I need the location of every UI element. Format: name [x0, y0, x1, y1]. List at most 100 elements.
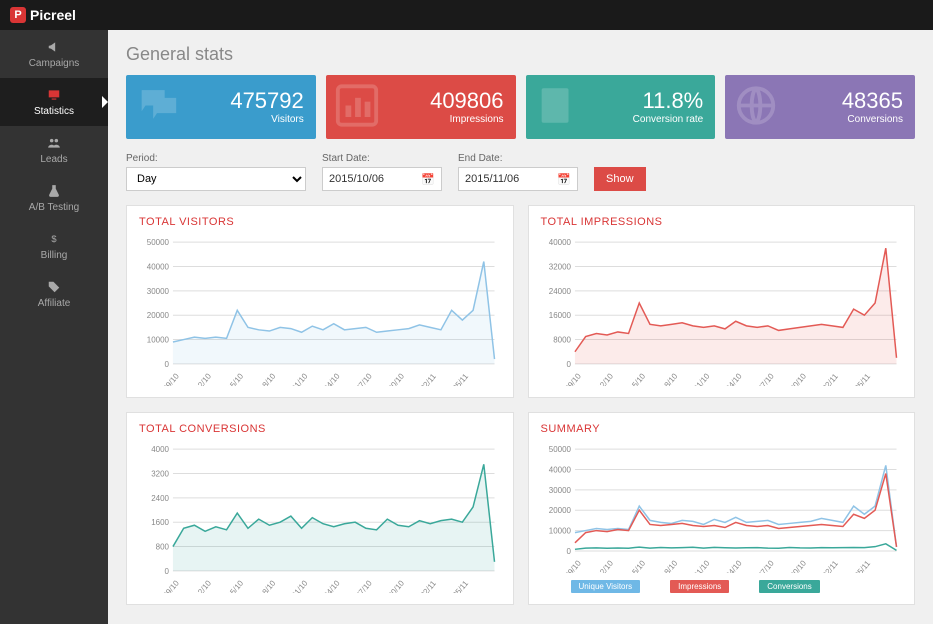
svg-text:02/11: 02/11	[419, 372, 439, 386]
svg-text:27/10: 27/10	[354, 578, 374, 593]
sidebar-item-label: A/B Testing	[29, 202, 79, 213]
card-visitors[interactable]: 475792 Visitors	[126, 75, 316, 139]
calendar-icon: 📅	[557, 173, 571, 186]
monitor-icon	[47, 88, 61, 102]
svg-text:0: 0	[566, 360, 571, 369]
card-label: Visitors	[271, 114, 304, 125]
svg-text:30000: 30000	[548, 486, 571, 495]
svg-text:09/10: 09/10	[161, 371, 181, 386]
chat-icon	[134, 83, 180, 132]
svg-text:2400: 2400	[151, 494, 169, 503]
svg-text:3200: 3200	[151, 469, 169, 478]
svg-text:24/10: 24/10	[723, 371, 743, 386]
svg-text:05/11: 05/11	[451, 372, 471, 386]
svg-text:09/10: 09/10	[563, 371, 583, 386]
sidebar-item-label: Billing	[41, 250, 68, 261]
start-date-input[interactable]: 2015/10/06 📅	[322, 167, 442, 191]
svg-text:4000: 4000	[151, 445, 169, 454]
card-impressions[interactable]: 409806 Impressions	[326, 75, 516, 139]
svg-text:05/11: 05/11	[852, 559, 872, 573]
svg-text:20000: 20000	[147, 311, 170, 320]
svg-text:15/10: 15/10	[627, 371, 647, 386]
sidebar-item-label: Leads	[40, 154, 67, 165]
svg-text:15/10: 15/10	[225, 578, 245, 593]
flask-icon	[47, 184, 61, 198]
sidebar-item-label: Campaigns	[29, 58, 80, 69]
panel-title: TOTAL CONVERSIONS	[139, 423, 501, 435]
legend-visitors: Unique Visitors	[571, 580, 641, 593]
chart-summary: 0100002000030000400005000009/1012/1015/1…	[541, 443, 903, 573]
svg-text:21/10: 21/10	[691, 371, 711, 386]
svg-text:24/10: 24/10	[322, 371, 342, 386]
panel-impressions: TOTAL IMPRESSIONS 0800016000240003200040…	[528, 205, 916, 398]
end-date-input[interactable]: 2015/11/06 📅	[458, 167, 578, 191]
card-value: 409806	[430, 90, 503, 112]
svg-text:09/10: 09/10	[161, 578, 181, 593]
page-title: General stats	[126, 44, 915, 65]
card-label: Conversion rate	[633, 114, 704, 125]
svg-text:12/10: 12/10	[595, 558, 615, 573]
card-label: Impressions	[450, 114, 504, 125]
card-value: 11.8%	[643, 90, 704, 112]
period-select[interactable]: Day	[126, 167, 306, 191]
svg-text:18/10: 18/10	[659, 558, 679, 573]
filter-bar: Period: Day Start Date: 2015/10/06 📅 End…	[126, 153, 915, 191]
svg-text:24/10: 24/10	[723, 558, 743, 573]
svg-text:24000: 24000	[548, 287, 571, 296]
svg-text:30/10: 30/10	[386, 578, 406, 593]
sidebar-item-affiliate[interactable]: Affiliate	[0, 270, 108, 318]
topbar: P Picreel	[0, 0, 933, 30]
svg-text:20000: 20000	[548, 506, 571, 515]
svg-text:40000: 40000	[548, 465, 571, 474]
bar-chart-icon	[334, 83, 380, 132]
svg-text:21/10: 21/10	[290, 578, 310, 593]
svg-text:02/11: 02/11	[419, 579, 439, 593]
chart-impressions: 080001600024000320004000009/1012/1015/10…	[541, 236, 903, 386]
svg-text:50000: 50000	[548, 445, 571, 454]
svg-text:02/11: 02/11	[820, 559, 840, 573]
logo-badge-icon: P	[10, 7, 26, 23]
card-conversion-rate[interactable]: 11.8% Conversion rate	[526, 75, 716, 139]
panel-conversions: TOTAL CONVERSIONS 0800160024003200400009…	[126, 412, 514, 605]
svg-text:0: 0	[566, 547, 571, 556]
start-date-value: 2015/10/06	[329, 173, 384, 185]
legend-conversions: Conversions	[759, 580, 819, 593]
svg-text:50000: 50000	[147, 238, 170, 247]
charts-grid: TOTAL VISITORS 0100002000030000400005000…	[126, 205, 915, 605]
svg-text:16000: 16000	[548, 311, 571, 320]
svg-text:24/10: 24/10	[322, 578, 342, 593]
chart-visitors: 0100002000030000400005000009/1012/1015/1…	[139, 236, 501, 386]
legend-impressions: Impressions	[670, 580, 729, 593]
svg-text:18/10: 18/10	[258, 371, 278, 386]
sidebar-item-abtesting[interactable]: A/B Testing	[0, 174, 108, 222]
svg-text:1600: 1600	[151, 518, 169, 527]
svg-text:18/10: 18/10	[659, 371, 679, 386]
brand-logo[interactable]: P Picreel	[10, 7, 76, 23]
svg-text:21/10: 21/10	[691, 558, 711, 573]
panel-visitors: TOTAL VISITORS 0100002000030000400005000…	[126, 205, 514, 398]
svg-text:40000: 40000	[147, 262, 170, 271]
end-date-label: End Date:	[458, 153, 578, 164]
stat-cards: 475792 Visitors 409806 Impressions 11.8%…	[126, 75, 915, 139]
users-icon	[47, 136, 61, 150]
globe-icon	[733, 83, 779, 132]
sidebar-item-statistics[interactable]: Statistics	[0, 78, 108, 126]
svg-text:10000: 10000	[548, 527, 571, 536]
panel-title: TOTAL VISITORS	[139, 216, 501, 228]
sidebar-item-leads[interactable]: Leads	[0, 126, 108, 174]
svg-text:800: 800	[156, 543, 170, 552]
sidebar-item-campaigns[interactable]: Campaigns	[0, 30, 108, 78]
svg-text:30/10: 30/10	[788, 371, 808, 386]
sidebar-item-label: Statistics	[34, 106, 74, 117]
card-conversions[interactable]: 48365 Conversions	[725, 75, 915, 139]
summary-legend: Unique Visitors Impressions Conversions	[571, 580, 903, 593]
svg-text:10000: 10000	[147, 336, 170, 345]
svg-text:27/10: 27/10	[756, 558, 776, 573]
sidebar-item-billing[interactable]: $ Billing	[0, 222, 108, 270]
show-button[interactable]: Show	[594, 167, 646, 191]
svg-text:02/11: 02/11	[820, 372, 840, 386]
svg-text:$: $	[51, 233, 57, 243]
document-icon	[534, 83, 580, 132]
svg-text:8000: 8000	[553, 336, 571, 345]
svg-text:0: 0	[165, 360, 170, 369]
